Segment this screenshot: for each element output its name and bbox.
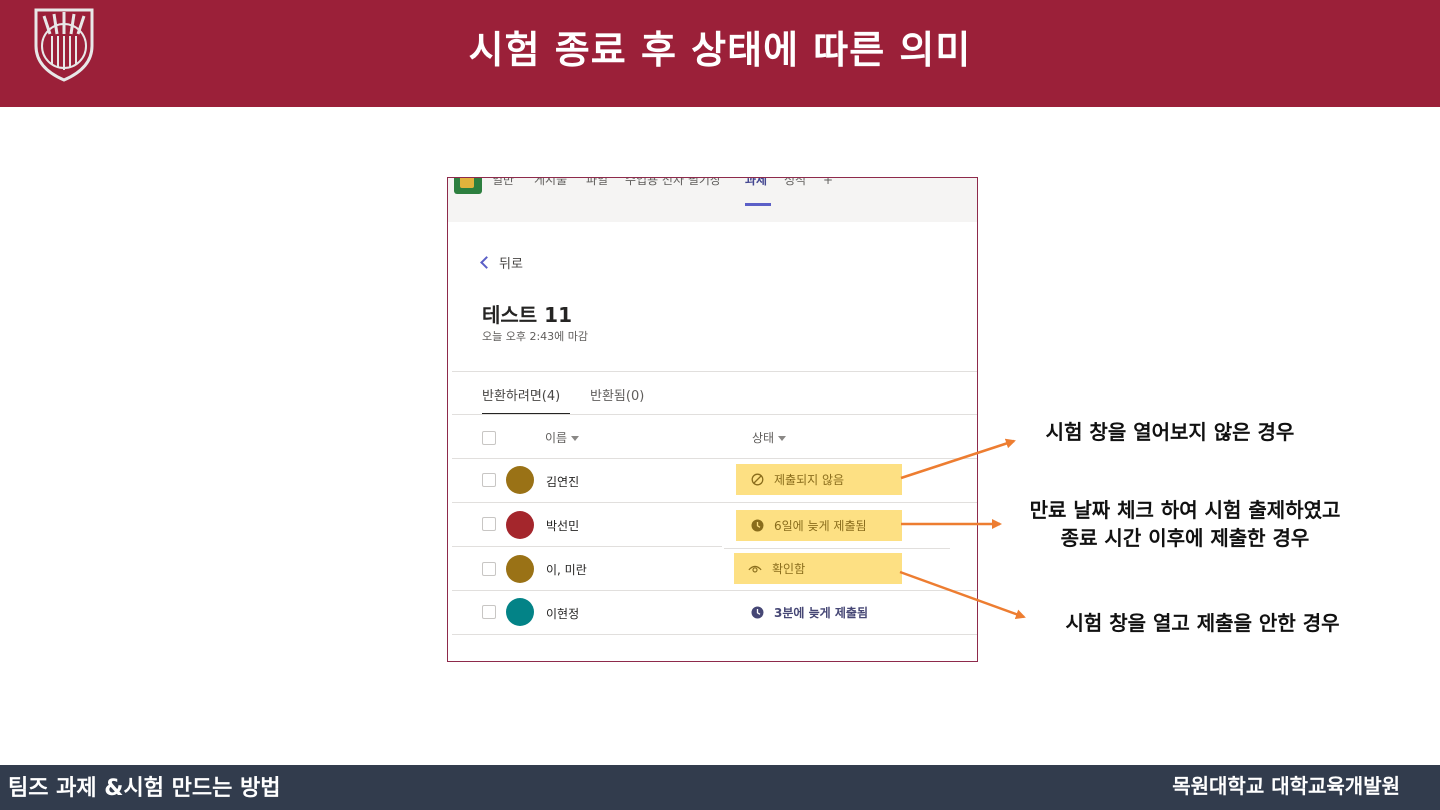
student-name: 김연진 (546, 475, 580, 489)
status-badge-late-submitted[interactable]: 6일에 늦게 제출됨 (736, 510, 902, 541)
back-button[interactable]: 뒤로 (480, 253, 523, 272)
clock-icon (750, 519, 764, 533)
avatar (506, 511, 534, 539)
row-checkbox[interactable] (482, 605, 496, 619)
add-tab-button[interactable]: + (823, 178, 833, 190)
chevron-left-icon (480, 256, 493, 269)
assignment-title: 테스트 11 (482, 303, 572, 327)
footer-organization: 목원대학교 대학교육개발원 (1172, 774, 1400, 798)
due-date-text: 오늘 오후 2:43에 마감 (482, 330, 589, 343)
annotation-late-line2: 종료 시간 이후에 제출한 경우 (1060, 526, 1310, 550)
teams-channel-tabbar: 일반 게시물 파일 수업용 전자 필기장 과제 성적 + (448, 178, 977, 222)
divider (452, 414, 977, 415)
back-label: 뒤로 (499, 257, 523, 272)
slide-header: 시험 종료 후 상태에 따른 의미 (0, 0, 1440, 107)
select-all-checkbox[interactable] (482, 431, 496, 445)
status-badge-not-submitted[interactable]: 제출되지 않음 (736, 464, 902, 495)
slide-title: 시험 종료 후 상태에 따른 의미 (468, 28, 972, 72)
tab-general[interactable]: 일반 (492, 178, 514, 190)
annotation-opened-not-submitted: 시험 창을 열고 제출을 안한 경우 (1065, 611, 1340, 635)
slide-footer: 팀즈 과제 &시험 만드는 방법 목원대학교 대학교육개발원 (0, 765, 1440, 810)
sort-caret-icon (778, 436, 787, 441)
column-header-name[interactable]: 이름 (545, 429, 580, 446)
tab-returned[interactable]: 반환됨(0) (590, 385, 644, 404)
tab-files[interactable]: 파일 (586, 178, 608, 190)
assignment-panel: 뒤로 테스트 11 오늘 오후 2:43에 마감 반환하려면(4) 반환됨(0)… (452, 222, 977, 661)
teams-assignment-screenshot: 일반 게시물 파일 수업용 전자 필기장 과제 성적 + 뒤로 테스트 11 오… (447, 177, 978, 662)
annotation-late-line1: 만료 날짜 체크 하여 시험 출제하였고 (1029, 498, 1341, 522)
table-row[interactable]: 이현정 3분에 늦게 제출됨 (452, 590, 977, 634)
sort-caret-icon (571, 436, 580, 441)
divider (452, 634, 977, 635)
avatar (506, 555, 534, 583)
eye-icon (748, 562, 762, 576)
student-name: 이현정 (546, 607, 580, 621)
row-checkbox[interactable] (482, 562, 496, 576)
not-submitted-icon (750, 473, 764, 487)
tab-grades[interactable]: 성적 (784, 178, 806, 190)
tab-posts[interactable]: 게시물 (534, 178, 567, 190)
team-avatar-icon (454, 178, 482, 194)
avatar (506, 466, 534, 494)
student-name: 박선민 (546, 519, 580, 533)
row-checkbox[interactable] (482, 517, 496, 531)
table-row[interactable]: 김연진 제출되지 않음 (452, 458, 977, 502)
tab-class-notebook[interactable]: 수업용 전자 필기장 (625, 178, 721, 190)
footer-title: 팀즈 과제 &시험 만드는 방법 (8, 776, 281, 801)
annotation-not-opened: 시험 창을 열어보지 않은 경우 (1045, 420, 1295, 444)
status-late-submitted[interactable]: 3분에 늦게 제출됨 (736, 604, 868, 621)
clock-icon (750, 606, 764, 620)
table-row[interactable]: 이, 미란 확인함 (452, 546, 977, 590)
column-header-status[interactable]: 상태 (752, 429, 787, 446)
divider (452, 371, 977, 372)
avatar (506, 598, 534, 626)
tab-to-return[interactable]: 반환하려면(4) (482, 385, 560, 404)
tab-assignments[interactable]: 과제 (745, 178, 767, 190)
active-tab-indicator (745, 203, 771, 206)
student-name: 이, 미란 (546, 563, 587, 577)
table-row[interactable]: 박선민 6일에 늦게 제출됨 (452, 502, 977, 546)
row-checkbox[interactable] (482, 473, 496, 487)
status-badge-viewed[interactable]: 확인함 (734, 553, 902, 584)
